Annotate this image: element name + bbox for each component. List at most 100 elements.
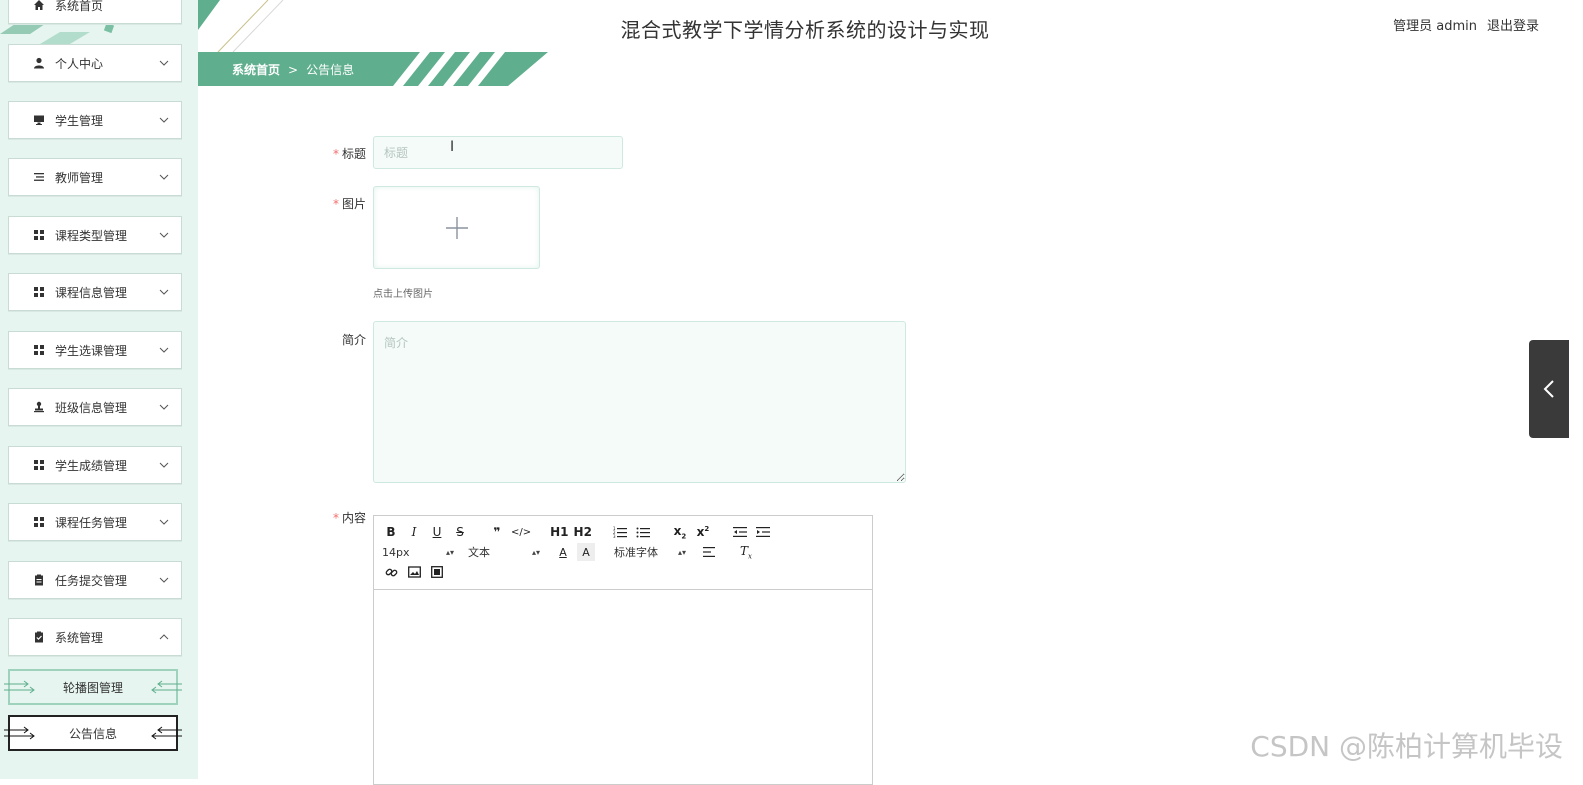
indent-button[interactable]: [754, 523, 772, 541]
sidebar-item-label: 课程信息管理: [55, 285, 128, 300]
image-label-text: 图片: [341, 197, 366, 211]
sidebar-item-label: 学生管理: [55, 113, 104, 128]
sidebar-item-home[interactable]: 系统首页: [8, 0, 182, 24]
sidebar-subitem-label: 轮播图管理: [62, 680, 123, 695]
sidebar-item-system-management[interactable]: 系统管理: [8, 618, 182, 656]
grid-icon: [31, 457, 47, 473]
content-label-text: 内容: [341, 511, 366, 525]
logout-link[interactable]: 退出登录: [1487, 15, 1539, 34]
image-upload-button[interactable]: [373, 186, 540, 269]
intro-textarea[interactable]: [373, 321, 906, 483]
heading1-button[interactable]: H1: [550, 523, 568, 541]
required-asterisk: *: [332, 511, 339, 525]
font-size-select[interactable]: 14px ▴▾: [382, 546, 454, 559]
clipboard-icon: [31, 572, 47, 588]
chevron-down-icon: [157, 458, 171, 472]
stamp-icon: [31, 399, 47, 415]
home-icon: [31, 0, 47, 13]
breadcrumb-current: 公告信息: [306, 63, 355, 77]
underline-button[interactable]: U: [428, 523, 446, 541]
ordered-list-icon: 123: [613, 526, 627, 538]
list-icon: [31, 169, 47, 185]
chevron-down-icon: [157, 515, 171, 529]
chevron-down-icon: [157, 56, 171, 70]
sidebar-item-task-submission-management[interactable]: 任务提交管理: [8, 561, 182, 599]
side-panel-toggle[interactable]: [1529, 340, 1569, 438]
italic-button[interactable]: I: [405, 523, 423, 541]
background-color-button[interactable]: A: [577, 543, 595, 561]
sidebar-item-personal-center[interactable]: 个人中心: [8, 44, 182, 82]
sidebar-subitem-carousel-management[interactable]: 轮播图管理: [4, 669, 182, 705]
monitor-icon: [31, 112, 47, 128]
font-color-button[interactable]: A: [554, 543, 572, 561]
select-caret-icon: ▴▾: [531, 547, 540, 557]
align-button[interactable]: [700, 543, 718, 561]
content-label: * 内容: [296, 509, 366, 526]
sidebar-item-student-management[interactable]: 学生管理: [8, 101, 182, 139]
sidebar: 系统首页 个人中心 学生管理 教师管理 课程类型管理 课程信息管理 学生选课管理…: [0, 0, 198, 779]
code-block-button[interactable]: </>: [511, 523, 531, 541]
sidebar-item-score-management[interactable]: 学生成绩管理: [8, 446, 182, 484]
ordered-list-button[interactable]: 123: [611, 523, 629, 541]
sidebar-item-label: 课程类型管理: [55, 228, 128, 243]
blockquote-button[interactable]: ❞: [488, 523, 506, 541]
required-asterisk: *: [332, 147, 339, 161]
video-insert-button[interactable]: [428, 563, 446, 581]
subscript-button[interactable]: x2: [671, 523, 689, 541]
font-color-icon: A: [559, 545, 567, 559]
chevron-down-icon: [157, 113, 171, 127]
editor-content-area[interactable]: [374, 590, 872, 780]
image-insert-button[interactable]: [405, 563, 423, 581]
upload-hint: 点击上传图片: [373, 289, 433, 300]
sidebar-item-label: 个人中心: [55, 56, 104, 71]
chevron-up-icon: [157, 630, 171, 644]
video-icon: [431, 566, 443, 578]
link-button[interactable]: [382, 563, 400, 581]
chevron-left-icon: [1543, 380, 1554, 398]
select-caret-icon: ▴▾: [677, 547, 686, 557]
intro-label-text: 简介: [341, 333, 366, 347]
strikethrough-button[interactable]: S: [451, 523, 469, 541]
sidebar-item-course-selection-management[interactable]: 学生选课管理: [8, 331, 182, 369]
arrow-decoration-icon: [4, 680, 35, 694]
intro-label: 简介: [296, 331, 366, 348]
heading2-button[interactable]: H2: [574, 523, 592, 541]
header-select[interactable]: 文本 ▴▾: [468, 544, 540, 560]
chevron-down-icon: [157, 285, 171, 299]
subscript-icon: x2: [673, 523, 687, 541]
arrow-decoration-icon: [4, 726, 35, 740]
svg-text:3: 3: [613, 534, 616, 538]
font-family-select[interactable]: 标准字体 ▴▾: [614, 544, 686, 560]
editor-toolbar: B I U S ❞ </> H1 H2 123 x2 x2 14px ▴▾ 文本…: [374, 516, 872, 590]
bold-button[interactable]: B: [382, 523, 400, 541]
sidebar-item-label: 任务提交管理: [55, 573, 128, 588]
select-caret-icon: ▴▾: [445, 547, 454, 557]
sidebar-item-course-type-management[interactable]: 课程类型管理: [8, 216, 182, 254]
chevron-down-icon: [157, 228, 171, 242]
chevron-down-icon: [157, 400, 171, 414]
grid-icon: [31, 514, 47, 530]
breadcrumb-home[interactable]: 系统首页: [232, 61, 280, 78]
breadcrumb-separator: >: [288, 62, 299, 77]
watermark: CSDN @陈柏计算机毕设: [1250, 730, 1563, 763]
bullet-list-icon: [636, 527, 650, 538]
sidebar-item-course-task-management[interactable]: 课程任务管理: [8, 503, 182, 541]
sidebar-item-class-info-management[interactable]: 班级信息管理: [8, 388, 182, 426]
sidebar-subitem-announcement[interactable]: 公告信息: [4, 715, 182, 751]
grid-icon: [31, 342, 47, 358]
chevron-down-icon: [157, 170, 171, 184]
user-icon: [31, 55, 47, 71]
outdent-button[interactable]: [731, 523, 749, 541]
indent-icon: [755, 527, 770, 537]
title-label: * 标题: [296, 145, 366, 162]
sidebar-item-label: 班级信息管理: [55, 400, 128, 415]
sidebar-item-teacher-management[interactable]: 教师管理: [8, 158, 182, 196]
sidebar-item-course-info-management[interactable]: 课程信息管理: [8, 273, 182, 311]
superscript-button[interactable]: x2: [694, 523, 712, 541]
bullet-list-button[interactable]: [634, 523, 652, 541]
header-select-value: 文本: [468, 546, 490, 559]
image-label: * 图片: [296, 195, 366, 212]
clear-format-button[interactable]: Tx: [737, 543, 755, 561]
sidebar-item-label: 学生成绩管理: [55, 458, 128, 473]
title-input[interactable]: [373, 136, 623, 169]
